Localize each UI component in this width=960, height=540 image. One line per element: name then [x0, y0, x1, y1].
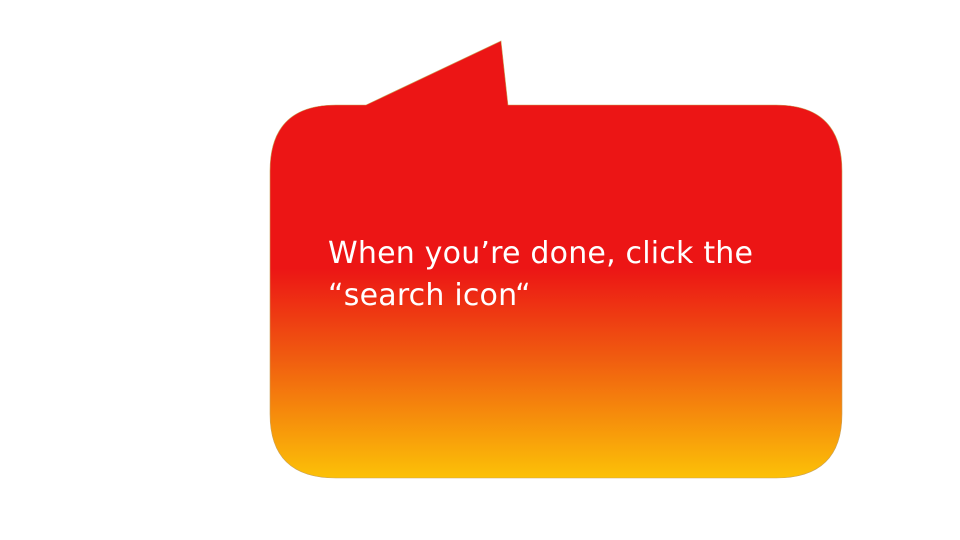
callout-line-2: “search icon“ [328, 278, 531, 313]
slide: When you’re done, click the “search icon… [0, 0, 960, 540]
callout-message: When you’re done, click the “search icon… [328, 233, 808, 317]
callout-line-1: When you’re done, click the [328, 236, 754, 271]
